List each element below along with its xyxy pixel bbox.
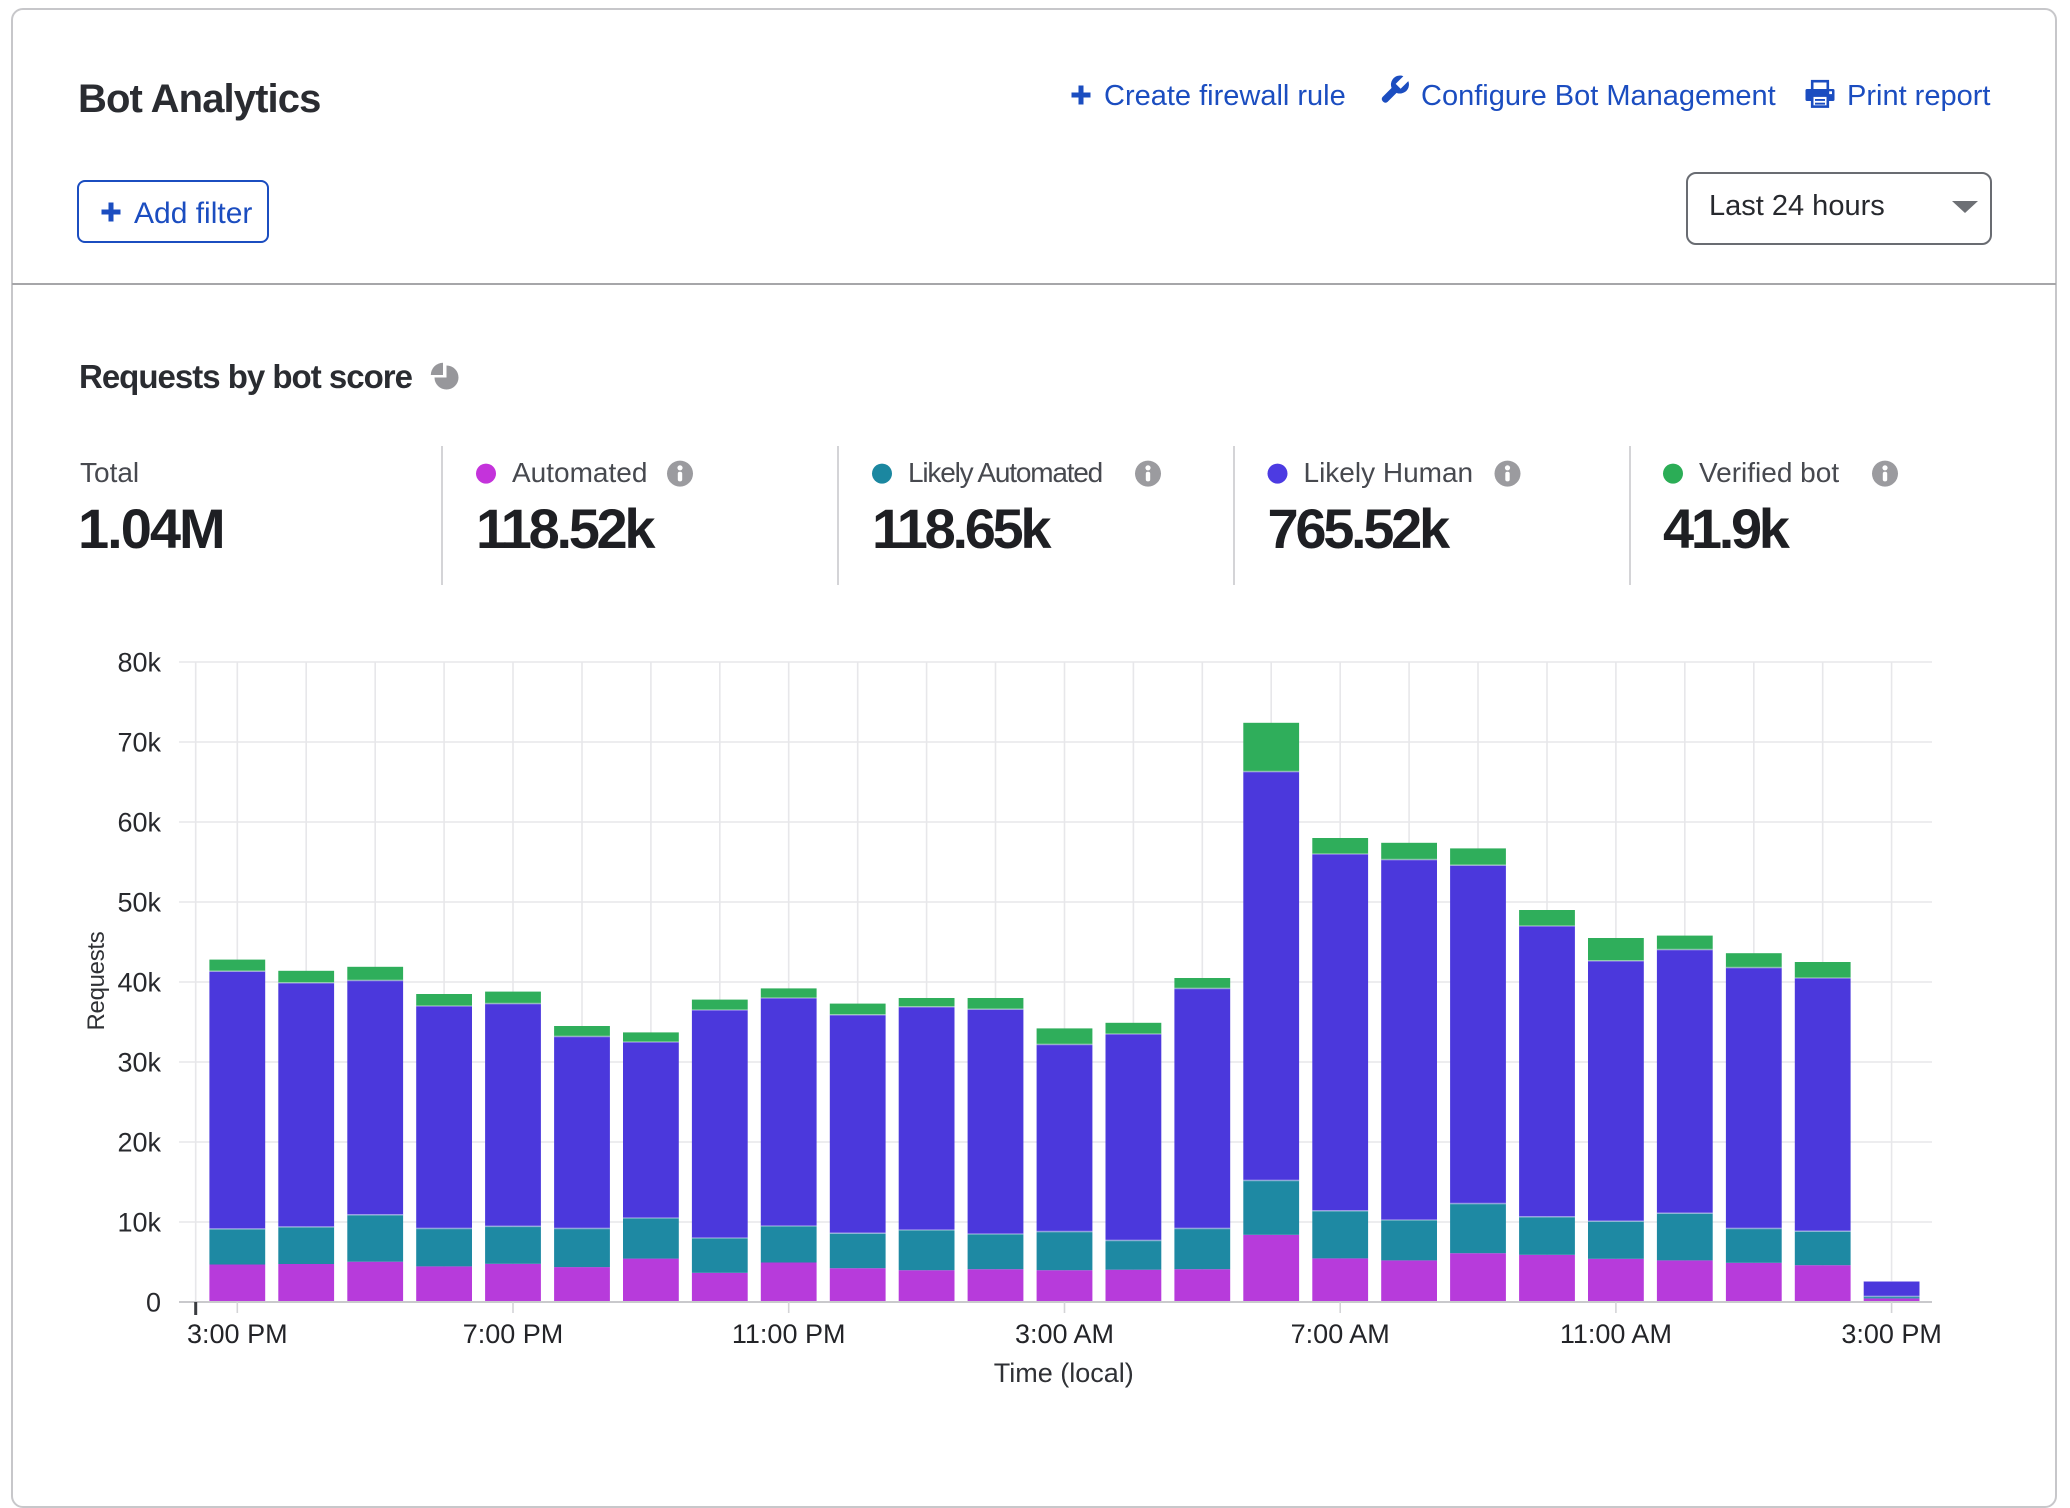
svg-text:3:00 PM: 3:00 PM: [187, 1319, 288, 1349]
svg-text:70k: 70k: [117, 728, 161, 758]
svg-text:11:00 AM: 11:00 AM: [1560, 1319, 1672, 1349]
svg-text:7:00 PM: 7:00 PM: [463, 1319, 564, 1349]
svg-text:7:00 AM: 7:00 AM: [1291, 1319, 1390, 1349]
svg-text:50k: 50k: [117, 888, 161, 918]
svg-text:3:00 PM: 3:00 PM: [1841, 1319, 1942, 1349]
svg-text:40k: 40k: [117, 968, 161, 998]
svg-text:3:00 AM: 3:00 AM: [1015, 1319, 1114, 1349]
svg-text:0: 0: [146, 1288, 161, 1318]
svg-text:20k: 20k: [117, 1128, 161, 1158]
svg-text:Requests: Requests: [83, 931, 110, 1030]
svg-text:60k: 60k: [117, 808, 161, 838]
svg-text:80k: 80k: [117, 648, 161, 678]
svg-text:11:00 PM: 11:00 PM: [732, 1319, 846, 1349]
svg-text:Time (local): Time (local): [994, 1358, 1134, 1388]
svg-text:10k: 10k: [117, 1208, 161, 1238]
svg-text:30k: 30k: [117, 1048, 161, 1078]
